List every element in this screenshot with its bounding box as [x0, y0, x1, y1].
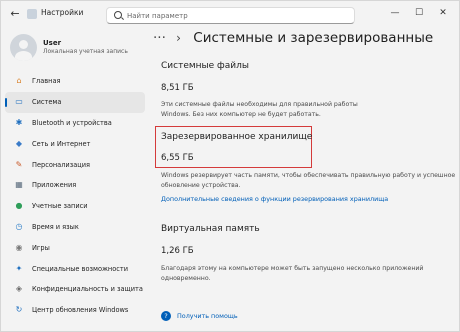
sidebar-item[interactable]: ↻ Центр обновления Windows — [5, 300, 145, 321]
reserved-storage-description-line2: обновление устройства. — [161, 181, 241, 189]
system-files-size: 8,51 ГБ — [161, 83, 194, 93]
sidebar-item[interactable]: ◉ Игры — [5, 237, 145, 258]
get-help-link[interactable]: Получить помощь — [177, 312, 238, 320]
sidebar-item[interactable]: ✎ Персонализация — [5, 154, 145, 175]
virtual-memory-description: Благодаря этому на компьютере может быть… — [161, 264, 423, 283]
search-input[interactable] — [127, 11, 347, 21]
sidebar-item[interactable]: ● Учетные записи — [5, 196, 145, 217]
monitor-icon: ▭ — [15, 97, 23, 107]
system-files-title: Системные файлы — [161, 61, 249, 71]
maximize-button[interactable]: ☐ — [409, 5, 429, 21]
close-button[interactable]: ✕ — [433, 5, 453, 21]
reserved-storage-learn-more-link[interactable]: Дополнительные сведения о функции резерв… — [161, 195, 388, 203]
app-title: Настройки — [41, 8, 84, 17]
virtual-memory-title: Виртуальная память — [161, 224, 260, 234]
sidebar-item-label: Приложения — [32, 181, 77, 190]
system-files-description: Эти системные файлы необходимы для прави… — [161, 100, 358, 119]
minimize-button[interactable]: — — [385, 5, 405, 21]
reserved-storage-size: 6,55 ГБ — [161, 153, 194, 163]
search-icon — [114, 11, 122, 19]
sidebar-item-label: Сеть и Интернет — [32, 139, 91, 148]
virtual-memory-size: 1,26 ГБ — [161, 246, 194, 256]
sidebar-item-label: Время и язык — [32, 222, 79, 231]
sidebar-item[interactable]: ⌂ Главная — [5, 71, 145, 92]
shield-icon: ◈ — [15, 284, 23, 294]
sidebar-item[interactable]: ✱ Bluetooth и устройства — [5, 113, 145, 134]
chevron-right-icon: › — [176, 31, 181, 45]
globe-clock-icon: ◷ — [15, 221, 23, 231]
settings-app-icon — [27, 9, 37, 19]
update-icon: ↻ — [15, 305, 23, 315]
virtual-memory-description-line1: Благодаря этому на компьютере может быть… — [161, 265, 424, 272]
reserved-storage-description-line1: Windows резервирует часть памяти, чтобы … — [161, 172, 456, 179]
sidebar-item-label: Bluetooth и устройства — [32, 118, 112, 127]
sidebar-item-label: Конфиденциальность и защита — [32, 285, 143, 294]
system-files-description-line2: Windows. Без них компьютер не будет рабо… — [161, 110, 321, 118]
profile-account-type: Локальная учетная запись — [43, 48, 128, 55]
sidebar-item-label: Персонализация — [32, 160, 90, 169]
home-icon: ⌂ — [16, 76, 22, 86]
profile-name: User — [43, 39, 62, 47]
sidebar-item[interactable]: ✦ Специальные возможности — [5, 258, 145, 279]
avatar[interactable] — [10, 34, 37, 61]
settings-window: ← Настройки — ☐ ✕ User Локальная учетная… — [0, 0, 460, 332]
sidebar-item-label: Специальные возможности — [32, 264, 129, 273]
sidebar-item-label: Центр обновления Windows — [32, 306, 129, 315]
page-title: Системные и зарезервированные — [193, 30, 434, 46]
apps-icon: ▦ — [15, 180, 23, 190]
bluetooth-icon: ✱ — [15, 117, 23, 127]
breadcrumb: ··· › Системные и зарезервированные — [153, 30, 433, 46]
breadcrumb-ellipsis[interactable]: ··· — [153, 30, 166, 46]
title-bar: ← Настройки — ☐ ✕ — [1, 1, 460, 27]
reserved-storage-description: Windows резервирует часть памяти, чтобы … — [161, 171, 455, 190]
search-box[interactable] — [106, 7, 355, 24]
virtual-memory-description-line2: одновременно. — [161, 274, 211, 282]
sidebar-item-label: Учетные записи — [32, 202, 88, 211]
gamepad-icon: ◉ — [15, 242, 23, 252]
sidebar-item-label: Система — [32, 98, 62, 107]
system-files-description-line1: Эти системные файлы необходимы для прави… — [161, 101, 358, 108]
sidebar-item[interactable]: ◆ Сеть и Интернет — [5, 133, 145, 154]
help-icon[interactable]: ? — [161, 311, 171, 321]
back-arrow-icon[interactable]: ← — [7, 7, 23, 21]
sidebar-item[interactable]: ◷ Время и язык — [5, 217, 145, 238]
reserved-storage-title: Зарезервированное хранилище — [161, 132, 313, 142]
network-icon: ◆ — [15, 138, 23, 148]
brush-icon: ✎ — [15, 159, 23, 169]
account-icon: ● — [15, 201, 23, 211]
sidebar-item-label: Главная — [32, 77, 61, 86]
sidebar-item[interactable]: ◈ Конфиденциальность и защита — [5, 279, 145, 300]
accessibility-icon: ✦ — [15, 263, 23, 273]
sidebar-nav: ⌂ Главная ▭ Система ✱ Bluetooth и устройства ◆… — [5, 71, 145, 321]
sidebar-item[interactable]: ▦ Приложения — [5, 175, 145, 196]
sidebar-item-label: Игры — [32, 243, 50, 252]
sidebar-item[interactable]: ▭ Система — [5, 91, 145, 113]
